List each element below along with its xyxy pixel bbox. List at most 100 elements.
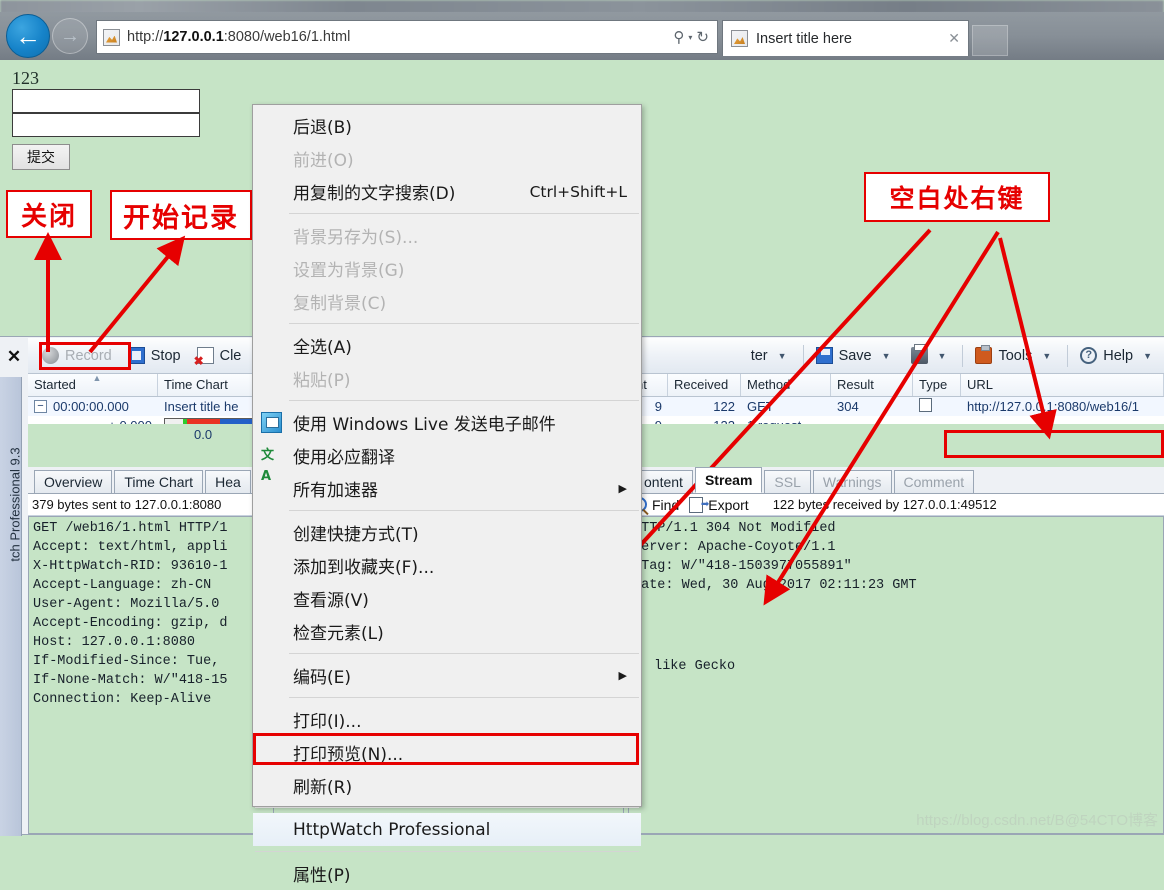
column-header-received[interactable]: Received	[668, 374, 741, 396]
menu-item-label: 设置为背景(G)	[293, 261, 405, 281]
column-header-url[interactable]: URL	[961, 374, 1164, 396]
tab-time-chart[interactable]: Time Chart	[114, 470, 204, 493]
menu-item-label: 刷新(R)	[293, 778, 353, 798]
menu-item-24[interactable]: 刷新(R)	[253, 769, 641, 802]
chevron-down-icon[interactable]: ▼	[1139, 351, 1156, 361]
menu-item-6: 复制背景(C)	[253, 285, 641, 318]
menu-item-18[interactable]: 检查元素(L)	[253, 615, 641, 648]
cell-type	[913, 398, 961, 415]
column-header-started[interactable]: ▲ Started	[28, 374, 158, 396]
page-label: 123	[12, 68, 39, 88]
menu-item-label: 使用 Windows Live 发送电子邮件	[293, 415, 556, 435]
new-tab-button[interactable]	[972, 25, 1008, 56]
sort-ascending-icon: ▲	[92, 374, 102, 383]
httpwatch-close-button[interactable]: ✕	[0, 337, 28, 377]
back-button[interactable]: ←	[6, 14, 50, 58]
menu-item-label: 添加到收藏夹(F)...	[293, 558, 435, 578]
menu-item-label: 编码(E)	[293, 668, 352, 688]
menu-item-8[interactable]: 全选(A)	[253, 329, 641, 362]
forward-button[interactable]: →	[52, 18, 88, 54]
menu-item-17[interactable]: 查看源(V)	[253, 582, 641, 615]
menu-separator	[255, 697, 639, 698]
address-bar-icons: ⚲ ▾ ↻	[673, 28, 711, 46]
save-button[interactable]: Save ▼	[808, 342, 903, 370]
cell-result: 304	[837, 399, 859, 414]
search-icon[interactable]: ⚲	[673, 28, 684, 46]
tab-headers[interactable]: Hea	[205, 470, 251, 493]
tab-content[interactable]: ontent	[634, 470, 693, 493]
menu-item-28[interactable]: 属性(P)	[253, 857, 641, 890]
print-button[interactable]: ▼	[903, 342, 959, 370]
menu-item-22[interactable]: 打印(I)...	[253, 703, 641, 736]
chevron-right-icon: ▶	[618, 669, 627, 682]
clear-button-label: Cle	[219, 347, 242, 364]
column-header-method[interactable]: Method	[741, 374, 831, 396]
menu-item-label: 创建快捷方式(T)	[293, 525, 419, 545]
request-bytes-text: 379 bytes sent to 127.0.0.1:8080	[32, 497, 222, 512]
chevron-down-icon[interactable]: ▼	[774, 351, 791, 361]
menu-separator	[255, 653, 639, 654]
export-icon	[689, 496, 709, 513]
expand-collapse-icon[interactable]: −	[34, 400, 47, 413]
menu-item-label: 打印(I)...	[293, 712, 362, 732]
menu-item-label: 检查元素(L)	[293, 624, 384, 644]
text-input-2[interactable]	[12, 113, 200, 137]
menu-item-2[interactable]: 用复制的文字搜索(D) Ctrl+Shift+L	[253, 175, 641, 208]
request-detail-pane: Overview Time Chart Hea 379 bytes sent t…	[28, 467, 274, 834]
menu-item-label: 使用必应翻译	[293, 448, 395, 468]
bing-translate-icon	[261, 445, 282, 466]
help-icon	[1080, 347, 1098, 364]
menu-separator	[255, 213, 639, 214]
menu-item-15[interactable]: 创建快捷方式(T)	[253, 516, 641, 549]
chevron-down-icon[interactable]: ▼	[1038, 351, 1055, 361]
tab-warnings[interactable]: Warnings	[812, 470, 892, 493]
tab-stream[interactable]: Stream	[694, 467, 763, 493]
chevron-down-icon[interactable]: ▼	[934, 351, 951, 361]
menu-separator	[255, 323, 639, 324]
annotation-close: 关闭	[6, 190, 92, 238]
export-button[interactable]: Export	[689, 496, 749, 513]
clear-button[interactable]: Cle	[189, 342, 250, 370]
tab-ssl[interactable]: SSL	[764, 470, 811, 493]
toolbar-divider	[802, 344, 804, 367]
menu-item-5: 设置为背景(G)	[253, 252, 641, 285]
find-label: Find	[652, 496, 680, 513]
request-bytes-label: 379 bytes sent to 127.0.0.1:8080	[28, 494, 274, 516]
refresh-icon[interactable]: ↻	[696, 28, 709, 46]
tools-button[interactable]: Tools ▼	[967, 342, 1063, 370]
column-header-result[interactable]: Result	[831, 374, 913, 396]
chevron-down-icon[interactable]: ▾	[688, 33, 692, 42]
chevron-down-icon[interactable]: ▼	[878, 351, 895, 361]
menu-item-11[interactable]: 使用 Windows Live 发送电子邮件	[253, 406, 641, 439]
help-button[interactable]: Help ▼	[1072, 342, 1164, 370]
address-bar[interactable]: http://127.0.0.1:8080/web16/1.html ⚲ ▾ ↻	[96, 20, 718, 54]
menu-item-label: 全选(A)	[293, 338, 352, 358]
filter-button[interactable]: ter ▼	[743, 342, 799, 370]
tab-overview[interactable]: Overview	[34, 470, 113, 493]
summary-value: 0.0	[194, 426, 213, 442]
menu-item-26[interactable]: HttpWatch Professional	[253, 813, 641, 846]
request-stream-text: GET /web16/1.html HTTP/1 Accept: text/ht…	[28, 516, 274, 834]
menu-item-label: 背景另存为(S)...	[293, 228, 419, 248]
highlight-box-url-cell	[944, 430, 1164, 458]
column-header-type[interactable]: Type	[913, 374, 961, 396]
menu-item-0[interactable]: 后退(B)	[253, 109, 641, 142]
menu-item-20[interactable]: 编码(E) ▶	[253, 659, 641, 692]
tab-comment[interactable]: Comment	[893, 470, 975, 493]
save-button-label: Save	[838, 347, 872, 364]
httpwatch-version-label: tch Professional 9.3	[7, 447, 23, 562]
response-subtoolbar: Find Export 122 bytes received by 127.0.…	[628, 494, 1164, 516]
response-bytes-text: 122 bytes received by 127.0.0.1:49512	[772, 497, 997, 512]
menu-item-16[interactable]: 添加到收藏夹(F)...	[253, 549, 641, 582]
text-input-1[interactable]	[12, 89, 200, 113]
menu-item-12[interactable]: 使用必应翻译	[253, 439, 641, 472]
cell-received: 122	[713, 399, 735, 414]
page-favicon-icon	[103, 28, 120, 46]
menu-item-13[interactable]: 所有加速器 ▶	[253, 472, 641, 505]
cell-method: GET	[747, 399, 774, 414]
close-icon[interactable]: ✕	[948, 30, 960, 47]
context-menu: 后退(B) 前进(O) 用复制的文字搜索(D) Ctrl+Shift+L 背景另存为(S…	[252, 104, 642, 886]
menu-item-label: 粘贴(P)	[293, 371, 351, 391]
submit-button[interactable]: 提交	[12, 144, 70, 170]
browser-tab[interactable]: Insert title here ✕	[722, 20, 969, 56]
